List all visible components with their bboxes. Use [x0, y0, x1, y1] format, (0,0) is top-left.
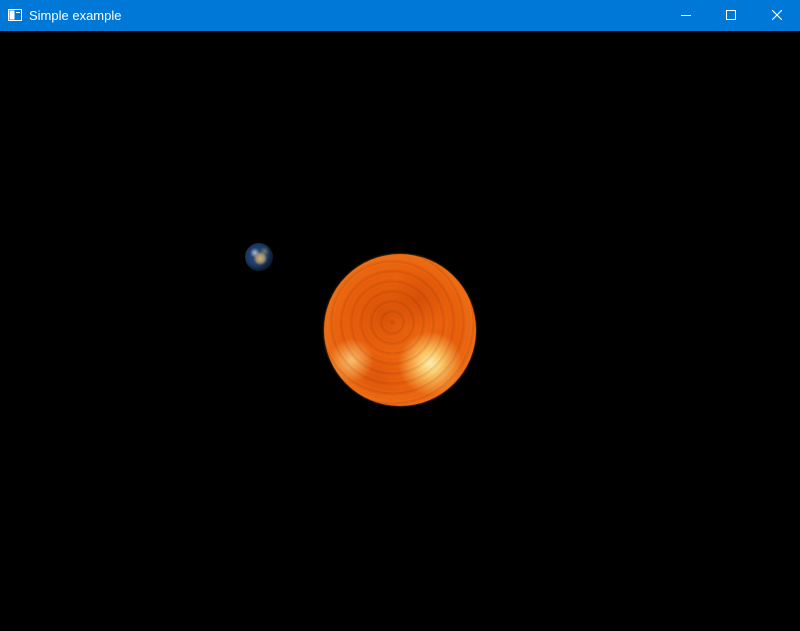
minimize-button[interactable] — [663, 0, 709, 31]
window-title: Simple example — [29, 8, 122, 23]
sun-star — [324, 254, 476, 406]
application-window: Simple example — [0, 0, 800, 631]
close-button[interactable] — [754, 0, 800, 31]
title-bar[interactable]: Simple example — [0, 0, 800, 31]
close-icon — [771, 7, 783, 25]
window-app-icon — [8, 8, 22, 22]
sun-surface-texture — [324, 254, 476, 406]
earth-planet — [245, 243, 273, 271]
maximize-icon — [726, 7, 736, 25]
minimize-icon — [681, 7, 691, 25]
maximize-button[interactable] — [708, 0, 754, 31]
render-viewport[interactable] — [0, 31, 800, 631]
